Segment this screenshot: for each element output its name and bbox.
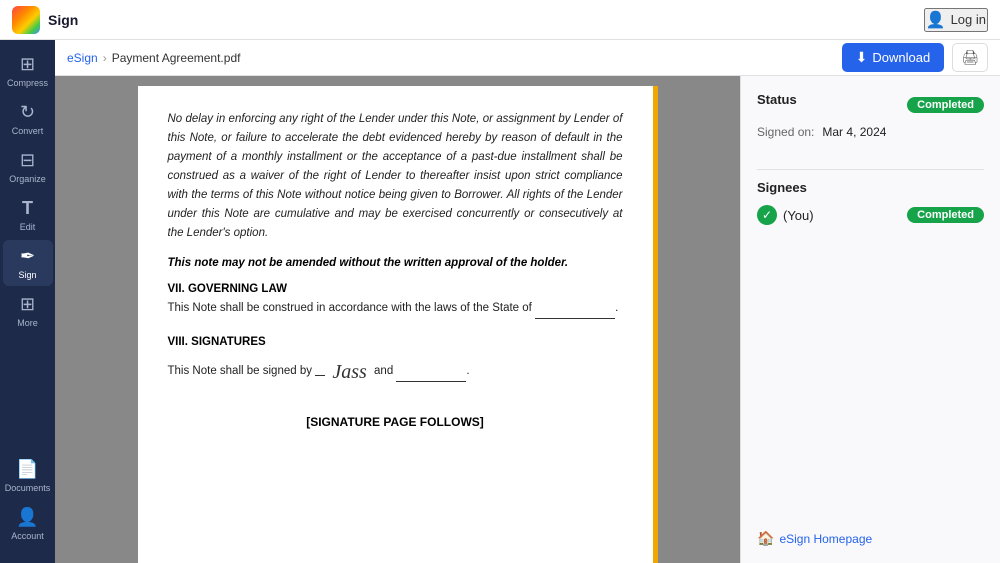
signed-row: Signed on: Mar 4, 2024 [757,125,984,139]
signees-section: Signees ✓ (You) Completed [757,180,984,225]
organize-icon: ⊟ [20,150,35,171]
sidebar-item-account[interactable]: 👤 Account [3,501,53,547]
convert-label: Convert [12,126,44,136]
pdf-bold-note: This note may not be amended without the… [168,257,623,269]
pdf-view[interactable]: No delay in enforcing any right of the L… [55,76,740,563]
esign-homepage-link[interactable]: 🏠 eSign Homepage [757,530,984,547]
signee-row: ✓ (You) Completed [757,205,984,225]
signees-title: Signees [757,180,984,195]
account-label: Account [11,531,44,541]
print-button[interactable]: 🖨 [952,43,988,72]
sidebar: ⊞ Compress ↻ Convert ⊟ Organize T Edit ✒… [0,40,55,563]
breadcrumb-filename: Payment Agreement.pdf [112,51,241,65]
convert-icon: ↻ [20,102,35,123]
signee-name: (You) [783,208,814,223]
login-label: Log in [951,12,986,27]
status-section: Status Completed Signed on: Mar 4, 2024 [757,92,984,139]
compress-label: Compress [7,78,48,88]
print-icon: 🖨 [961,49,979,65]
sidebar-item-more[interactable]: ⊞ More [3,288,53,334]
sidebar-item-documents[interactable]: 📄 Documents [3,453,53,499]
status-row: Status Completed [757,92,984,117]
topbar: Sign 👤 Log in [0,0,1000,40]
download-button[interactable]: ⬇ Download [842,43,945,72]
sidebar-bottom: 📄 Documents 👤 Account [3,453,53,555]
content-area: eSign › Payment Agreement.pdf ⬇ Download… [55,40,1000,563]
more-icon: ⊞ [20,294,35,315]
sign-label: Sign [18,270,36,280]
documents-icon: 📄 [16,459,38,480]
pdf-section7-title: VII. GOVERNING LAW [168,283,623,295]
signature-cursive: Jass [332,356,366,389]
status-badge: Completed [907,97,984,113]
login-button[interactable]: 👤 Log in [924,8,988,32]
topbar-left: Sign [12,6,78,34]
signed-on-label: Signed on: [757,125,814,139]
breadcrumb-actions: ⬇ Download 🖨 [842,43,988,72]
sidebar-item-organize[interactable]: ⊟ Organize [3,144,53,190]
compress-icon: ⊞ [20,54,35,75]
organize-label: Organize [9,174,46,184]
pdf-section8-title: VIII. SIGNATURES [168,336,623,348]
right-panel: Status Completed Signed on: Mar 4, 2024 … [740,76,1000,563]
blank-line-after-sig [396,362,466,382]
breadcrumb-separator: › [103,51,107,65]
edit-icon: T [22,198,33,219]
signed-on-date: Mar 4, 2024 [822,125,886,139]
breadcrumb-esign[interactable]: eSign [67,51,98,65]
sidebar-item-convert[interactable]: ↻ Convert [3,96,53,142]
pdf-page: No delay in enforcing any right of the L… [138,86,658,563]
doc-container: No delay in enforcing any right of the L… [55,76,1000,563]
signee-badge: Completed [907,207,984,223]
signee-left: ✓ (You) [757,205,814,225]
sig-page-follows: [SIGNATURE PAGE FOLLOWS] [168,415,623,429]
blank-line-1 [535,299,615,319]
edit-label: Edit [20,222,36,232]
sign-icon: ✒ [20,246,35,267]
home-icon: 🏠 [757,530,774,547]
documents-label: Documents [5,483,51,493]
esign-link-label: eSign Homepage [779,532,872,546]
status-title: Status [757,92,797,107]
account-icon: 👤 [16,507,38,528]
sidebar-item-compress[interactable]: ⊞ Compress [3,48,53,94]
more-label: More [17,318,38,328]
pdf-section8-text: This Note shall be signed by Jass and . [168,352,623,385]
pdf-paragraph1: No delay in enforcing any right of the L… [168,110,623,243]
breadcrumb-bar: eSign › Payment Agreement.pdf ⬇ Download… [55,40,1000,76]
divider [757,169,984,170]
user-icon: 👤 [926,10,946,30]
app-name: Sign [48,12,78,28]
main-area: ⊞ Compress ↻ Convert ⊟ Organize T Edit ✒… [0,40,1000,563]
sidebar-item-sign[interactable]: ✒ Sign [3,240,53,286]
download-icon: ⬇ [856,49,868,66]
app-logo [12,6,40,34]
signee-check-icon: ✓ [757,205,777,225]
breadcrumb: eSign › Payment Agreement.pdf [67,51,240,65]
topbar-right: 👤 Log in [924,8,988,32]
download-label: Download [872,50,930,65]
pdf-section7-text: This Note shall be construed in accordan… [168,299,623,318]
blank-line-before-sig [315,375,325,376]
sidebar-item-edit[interactable]: T Edit [3,192,53,238]
